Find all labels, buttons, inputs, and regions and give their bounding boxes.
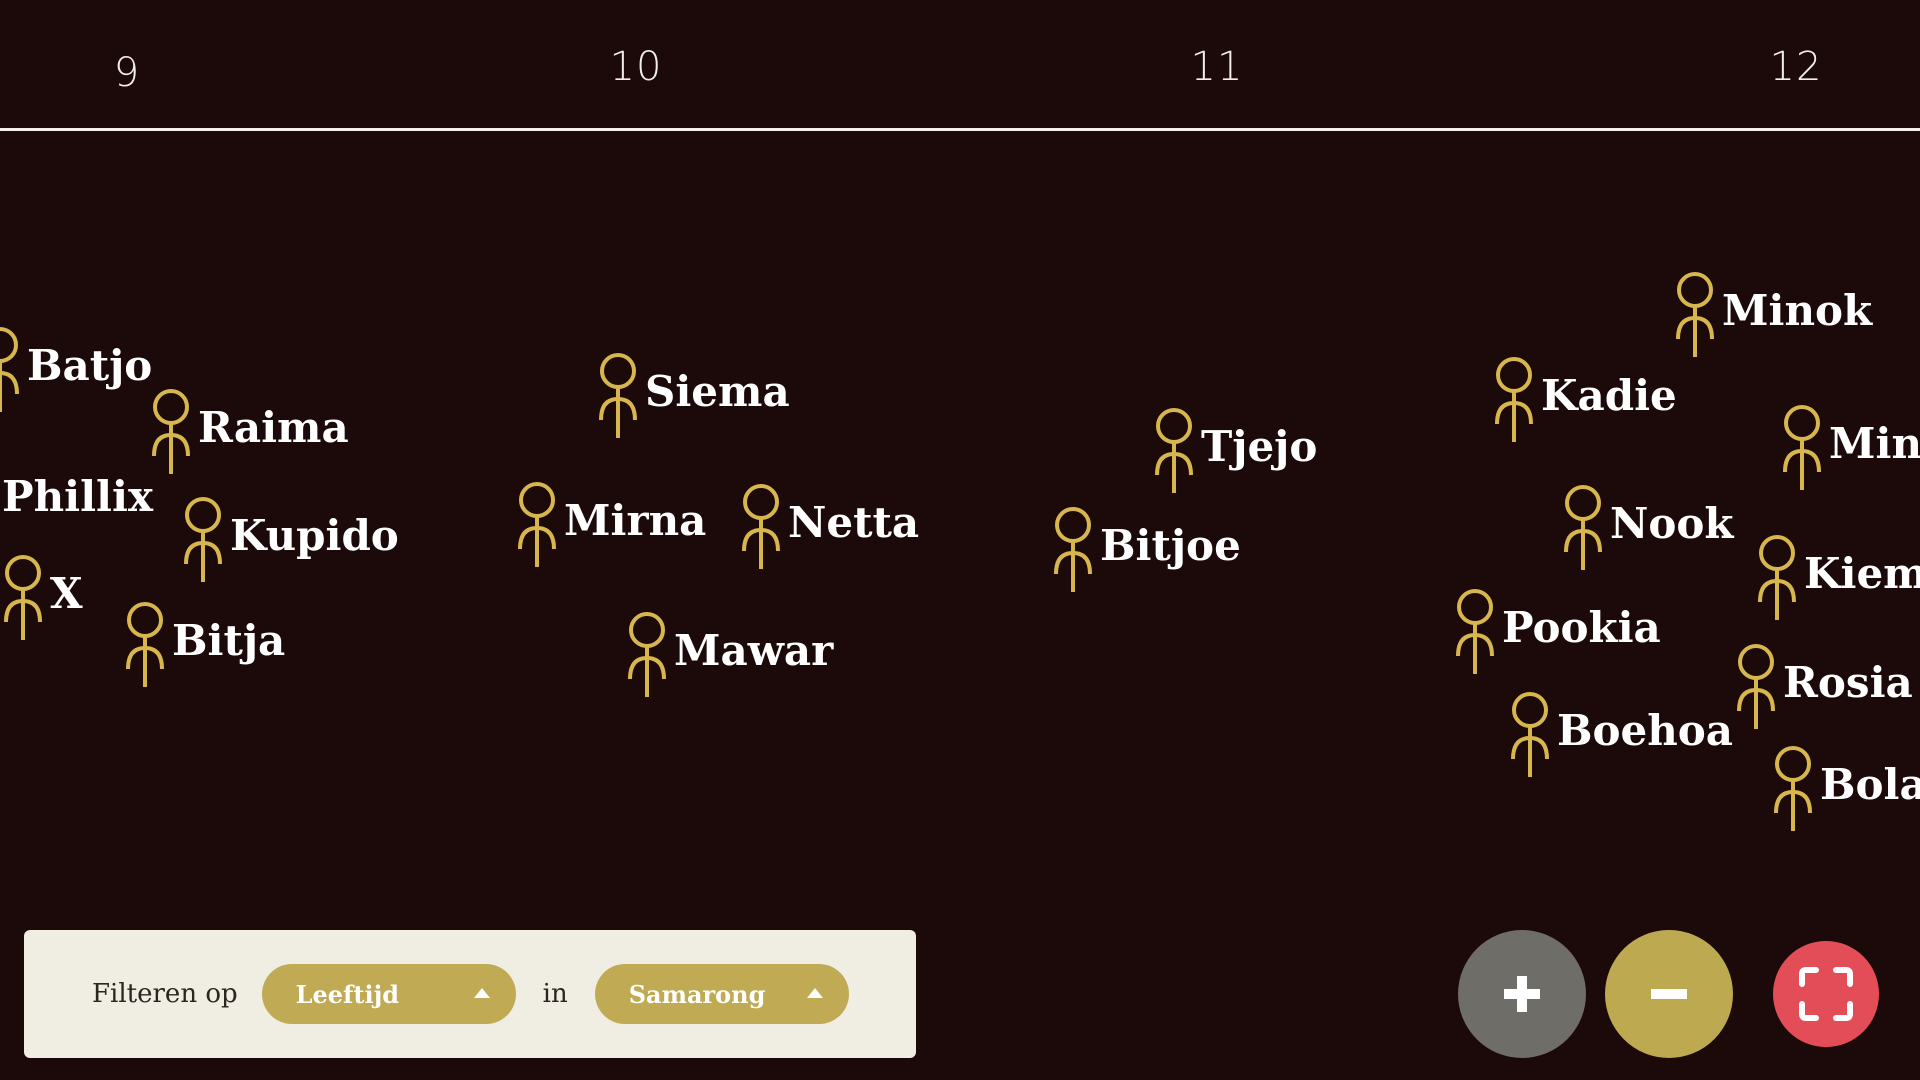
person-name: Bitja (172, 615, 286, 665)
filter-select-location[interactable]: Samarong (594, 964, 849, 1024)
person-name: Raima (198, 402, 349, 452)
person-marker[interactable]: Mirna (514, 482, 706, 572)
fullscreen-icon (1799, 967, 1853, 1021)
person-icon (1770, 746, 1816, 836)
person-name: Boehoa (1557, 705, 1733, 755)
person-name: Mirna (564, 495, 707, 545)
filter-connector: in (542, 979, 568, 1009)
person-name: Tjejo (1201, 421, 1318, 471)
person-marker[interactable]: Tjejo (1151, 408, 1317, 498)
person-icon (1672, 272, 1718, 362)
person-icon (180, 497, 226, 587)
person-icon (1733, 644, 1779, 734)
person-marker[interactable]: Bola (1770, 746, 1920, 836)
person-icon (0, 327, 23, 417)
timeline-tick: 10 (609, 44, 663, 90)
filter-label: Filteren op (92, 979, 238, 1009)
person-name: Nook (1610, 498, 1734, 548)
person-name: Kadie (1541, 370, 1677, 420)
person-name: Netta (788, 497, 920, 547)
person-name: Minok (1722, 285, 1873, 335)
timeline-tick: 9 (113, 50, 141, 96)
person-marker[interactable]: Phillix (0, 458, 153, 548)
person-icon (1491, 357, 1537, 447)
person-icon (514, 482, 560, 572)
person-marker[interactable]: Bitjoe (1050, 507, 1241, 597)
person-marker[interactable]: Pookia (1452, 589, 1661, 679)
minus-icon (1651, 989, 1687, 999)
person-name: X (50, 568, 83, 618)
person-icon (0, 555, 46, 645)
person-icon (1050, 507, 1096, 597)
person-icon (122, 602, 168, 692)
person-name: Siema (645, 366, 790, 416)
fullscreen-button[interactable] (1773, 941, 1879, 1047)
person-name: Kiemb (1804, 548, 1920, 598)
person-marker[interactable]: Raima (148, 389, 349, 479)
person-marker[interactable]: X (0, 555, 83, 645)
person-name: Kupido (230, 510, 399, 560)
person-marker[interactable]: Kadie (1491, 357, 1677, 447)
zoom-in-button[interactable] (1458, 930, 1586, 1058)
person-marker[interactable]: Netta (738, 484, 919, 574)
person-name: Bola (1820, 759, 1920, 809)
filter-select-attribute-value: Leeftijd (295, 979, 400, 1009)
person-name: Ming (1829, 418, 1920, 468)
timeline-line (0, 128, 1920, 131)
person-name: Bitjoe (1100, 520, 1241, 570)
person-name: Batjo (27, 340, 153, 390)
person-icon (1507, 692, 1553, 782)
person-marker[interactable]: Kiemb (1754, 535, 1920, 625)
person-marker[interactable]: Boehoa (1507, 692, 1733, 782)
timeline-tick: 11 (1190, 44, 1244, 90)
person-icon (148, 389, 194, 479)
filter-select-attribute[interactable]: Leeftijd (261, 964, 516, 1024)
timeline-tick: 12 (1769, 44, 1823, 90)
timeline-axis: 9 10 11 12 (0, 0, 1920, 132)
person-icon (595, 353, 641, 443)
person-name: Phillix (2, 471, 153, 521)
filter-select-location-value: Samarong (628, 979, 766, 1009)
person-marker[interactable]: Kupido (180, 497, 399, 587)
person-marker[interactable]: Nook (1560, 485, 1734, 575)
person-marker[interactable]: Bitja (122, 602, 285, 692)
person-marker[interactable]: Minok (1672, 272, 1872, 362)
person-marker[interactable]: Rosia (1733, 644, 1913, 734)
caret-up-icon (473, 988, 490, 998)
person-icon (1151, 408, 1197, 498)
plus-icon (1504, 976, 1540, 1012)
person-icon (1560, 485, 1606, 575)
person-name: Pookia (1502, 602, 1661, 652)
person-icon (1779, 405, 1825, 495)
person-icon (1754, 535, 1800, 625)
zoom-out-button[interactable] (1605, 930, 1733, 1058)
person-name: Mawar (674, 625, 834, 675)
person-marker[interactable]: Mawar (624, 612, 833, 702)
person-icon (624, 612, 670, 702)
person-icon (1452, 589, 1498, 679)
person-marker[interactable]: Ming (1779, 405, 1920, 495)
person-icon (738, 484, 784, 574)
person-marker[interactable]: Batjo (0, 327, 152, 417)
person-marker[interactable]: Siema (595, 353, 790, 443)
filter-panel: Filteren op Leeftijd in Samarong (24, 930, 916, 1058)
caret-up-icon (806, 988, 823, 998)
person-name: Rosia (1783, 657, 1913, 707)
